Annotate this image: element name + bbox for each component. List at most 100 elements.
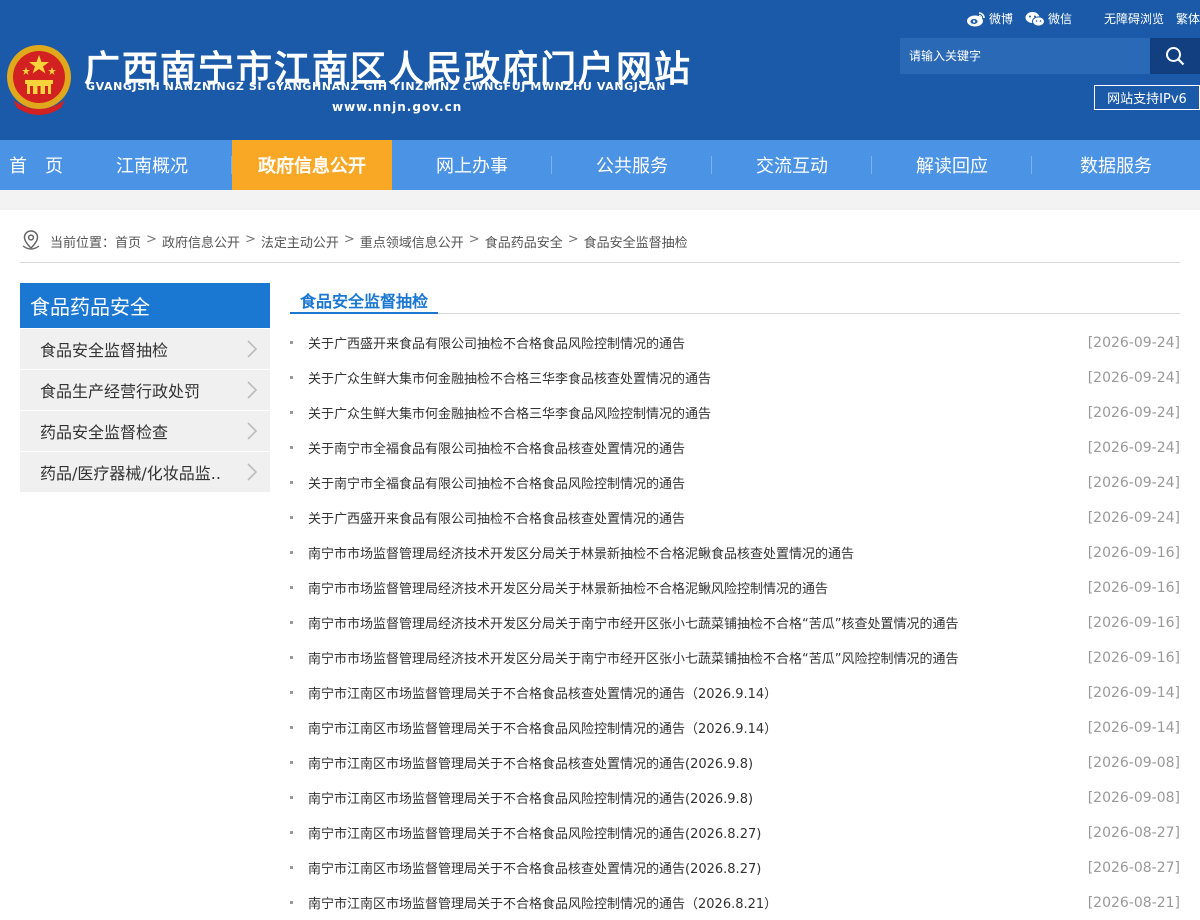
breadcrumb-statutory[interactable]: 法定主动公开 <box>261 232 339 251</box>
ipv6-badge: 网站支持IPv6 <box>1094 85 1200 110</box>
article-title-link[interactable]: 南宁市市场监督管理局经济技术开发区分局关于林景新抽检不合格泥鳅食品核查处置情况的… <box>308 543 1078 562</box>
list-item[interactable]: 关于南宁市全福食品有限公司抽检不合格食品核查处置情况的通告 [2026-09-24… <box>290 430 1180 465</box>
list-item[interactable]: 南宁市江南区市场监督管理局关于不合格食品风险控制情况的通告（2026.9.14）… <box>290 710 1180 745</box>
article-title-link[interactable]: 南宁市江南区市场监督管理局关于不合格食品核查处置情况的通告(2026.9.8) <box>308 753 1078 772</box>
list-bullet <box>290 726 293 729</box>
list-item[interactable]: 关于广众生鲜大集市何金融抽检不合格三华李食品风险控制情况的通告 [2026-09-… <box>290 395 1180 430</box>
wechat-link[interactable]: 微信 <box>1025 10 1072 27</box>
sidebar: 食品药品安全 食品安全监督抽检 食品生产经营行政处罚 药品安全监督检查 药品/医… <box>20 283 270 492</box>
breadcrumb-separator: > <box>468 232 480 247</box>
search-input[interactable] <box>900 38 1150 74</box>
list-item[interactable]: 南宁市江南区市场监督管理局关于不合格食品核查处置情况的通告(2026.8.27)… <box>290 850 1180 885</box>
article-title-link[interactable]: 南宁市江南区市场监督管理局关于不合格食品核查处置情况的通告（2026.9.14） <box>308 683 1078 702</box>
nav-public-services[interactable]: 公共服务 <box>552 140 712 190</box>
breadcrumb-separator: > <box>146 232 157 247</box>
list-bullet <box>290 691 293 694</box>
list-bullet <box>290 481 293 484</box>
article-title-link[interactable]: 南宁市市场监督管理局经济技术开发区分局关于林景新抽检不合格泥鳅风险控制情况的通告 <box>308 578 1078 597</box>
list-item[interactable]: 南宁市江南区市场监督管理局关于不合格食品风险控制情况的通告(2026.9.8) [… <box>290 780 1180 815</box>
nav-gov-info-disclosure[interactable]: 政府信息公开 <box>232 140 392 190</box>
site-header: 广西南宁市江南区人民政府门户网站 GVANGJSIH NANZNINGZ SI … <box>0 0 1200 140</box>
article-title-link[interactable]: 南宁市江南区市场监督管理局关于不合格食品风险控制情况的通告(2026.8.27) <box>308 823 1078 842</box>
breadcrumb-separator: > <box>343 232 355 247</box>
article-date: [2026-09-16] <box>1087 544 1180 561</box>
article-date: [2026-09-24] <box>1087 439 1180 456</box>
breadcrumb-current[interactable]: 食品安全监督抽检 <box>584 232 688 251</box>
article-date: [2026-09-16] <box>1087 579 1180 596</box>
list-item[interactable]: 关于广西盛开来食品有限公司抽检不合格食品风险控制情况的通告 [2026-09-24… <box>290 325 1180 360</box>
list-bullet <box>290 341 293 344</box>
list-item[interactable]: 南宁市市场监督管理局经济技术开发区分局关于南宁市经开区张小七蔬菜铺抽检不合格“苦… <box>290 640 1180 675</box>
chevron-right-icon <box>247 340 258 358</box>
article-title-link[interactable]: 南宁市江南区市场监督管理局关于不合格食品风险控制情况的通告(2026.9.8) <box>308 788 1078 807</box>
sidebar-item-food-sampling[interactable]: 食品安全监督抽检 <box>20 329 270 369</box>
main-nav: 首 页 江南概况 政府信息公开 网上办事 公共服务 交流互动 解读回应 数据服务 <box>0 140 1200 190</box>
chevron-right-icon <box>247 422 258 440</box>
breadcrumb-food-drug[interactable]: 食品药品安全 <box>485 232 563 251</box>
list-item[interactable]: 关于南宁市全福食品有限公司抽检不合格食品风险控制情况的通告 [2026-09-24… <box>290 465 1180 500</box>
accessible-link[interactable]: 无障碍浏览 <box>1104 10 1164 27</box>
list-item[interactable]: 关于广众生鲜大集市何金融抽检不合格三华李食品核查处置情况的通告 [2026-09-… <box>290 360 1180 395</box>
article-date: [2026-09-08] <box>1087 754 1180 771</box>
list-item[interactable]: 南宁市江南区市场监督管理局关于不合格食品风险控制情况的通告(2026.8.27)… <box>290 815 1180 850</box>
list-item[interactable]: 南宁市江南区市场监督管理局关于不合格食品核查处置情况的通告(2026.9.8) [… <box>290 745 1180 780</box>
list-item[interactable]: 南宁市市场监督管理局经济技术开发区分局关于林景新抽检不合格泥鳅食品核查处置情况的… <box>290 535 1180 570</box>
list-bullet <box>290 796 293 799</box>
nav-home[interactable]: 首 页 <box>0 140 72 190</box>
national-emblem-icon <box>7 45 71 115</box>
article-list: 关于广西盛开来食品有限公司抽检不合格食品风险控制情况的通告 [2026-09-24… <box>290 325 1180 920</box>
list-item[interactable]: 关于广西盛开来食品有限公司抽检不合格食品核查处置情况的通告 [2026-09-24… <box>290 500 1180 535</box>
article-title-link[interactable]: 南宁市江南区市场监督管理局关于不合格食品核查处置情况的通告(2026.8.27) <box>308 858 1078 877</box>
list-bullet <box>290 586 293 589</box>
sidebar-title: 食品药品安全 <box>20 283 270 328</box>
article-title-link[interactable]: 关于广众生鲜大集市何金融抽检不合格三华李食品核查处置情况的通告 <box>308 368 1078 387</box>
top-links: 微博 微信 无障碍浏览 繁体 <box>966 10 1200 27</box>
article-title-link[interactable]: 关于广众生鲜大集市何金融抽检不合格三华李食品风险控制情况的通告 <box>308 403 1078 422</box>
wechat-icon <box>1025 11 1045 27</box>
site-domain: www.nnjn.gov.cn <box>332 100 463 114</box>
article-title-link[interactable]: 关于广西盛开来食品有限公司抽检不合格食品核查处置情况的通告 <box>308 508 1078 527</box>
article-title-link[interactable]: 南宁市市场监督管理局经济技术开发区分局关于南宁市经开区张小七蔬菜铺抽检不合格“苦… <box>308 648 1078 667</box>
breadcrumb-home[interactable]: 首页 <box>115 232 141 251</box>
list-bullet <box>290 376 293 379</box>
article-title-link[interactable]: 南宁市江南区市场监督管理局关于不合格食品风险控制情况的通告（2026.9.14） <box>308 718 1078 737</box>
nav-jiangnan-overview[interactable]: 江南概况 <box>72 140 232 190</box>
nav-data-services[interactable]: 数据服务 <box>1032 140 1200 190</box>
breadcrumb-key-areas[interactable]: 重点领域信息公开 <box>360 232 464 251</box>
article-title-link[interactable]: 南宁市市场监督管理局经济技术开发区分局关于南宁市经开区张小七蔬菜铺抽检不合格“苦… <box>308 613 1078 632</box>
list-item[interactable]: 南宁市市场监督管理局经济技术开发区分局关于林景新抽检不合格泥鳅风险控制情况的通告… <box>290 570 1180 605</box>
search-button[interactable] <box>1150 38 1200 74</box>
nav-interaction[interactable]: 交流互动 <box>712 140 872 190</box>
list-item[interactable]: 南宁市市场监督管理局经济技术开发区分局关于南宁市经开区张小七蔬菜铺抽检不合格“苦… <box>290 605 1180 640</box>
article-title-link[interactable]: 南宁市江南区市场监督管理局关于不合格食品风险控制情况的通告（2026.8.21） <box>308 893 1078 912</box>
content-title: 食品安全监督抽检 <box>290 283 439 314</box>
sidebar-item-label: 药品/医疗器械/化妆品监.. <box>40 464 221 483</box>
sidebar-item-admin-penalty[interactable]: 食品生产经营行政处罚 <box>20 370 270 410</box>
article-date: [2026-09-24] <box>1087 334 1180 351</box>
list-bullet <box>290 761 293 764</box>
article-title-link[interactable]: 关于广西盛开来食品有限公司抽检不合格食品风险控制情况的通告 <box>308 333 1078 352</box>
traditional-chinese-link[interactable]: 繁体 <box>1176 10 1200 27</box>
article-date: [2026-09-24] <box>1087 474 1180 491</box>
article-title-link[interactable]: 关于南宁市全福食品有限公司抽检不合格食品核查处置情况的通告 <box>308 438 1078 457</box>
list-bullet <box>290 411 293 414</box>
nav-interpretation[interactable]: 解读回应 <box>872 140 1032 190</box>
weibo-label: 微博 <box>988 12 1013 26</box>
article-date: [2026-08-27] <box>1087 859 1180 876</box>
nav-online-services[interactable]: 网上办事 <box>392 140 552 190</box>
list-item[interactable]: 南宁市江南区市场监督管理局关于不合格食品核查处置情况的通告（2026.9.14）… <box>290 675 1180 710</box>
breadcrumb-separator: > <box>244 232 256 247</box>
breadcrumb: 当前位置： 首页 > 政府信息公开 > 法定主动公开 > 重点领域信息公开 > … <box>20 229 1180 263</box>
list-bullet <box>290 901 293 904</box>
weibo-link[interactable]: 微博 <box>966 10 1013 27</box>
sidebar-item-drug-inspection[interactable]: 药品安全监督检查 <box>20 411 270 451</box>
breadcrumb-prefix: 当前位置： <box>50 236 116 251</box>
sidebar-item-drug-device-cosmetics[interactable]: 药品/医疗器械/化妆品监.. <box>20 452 270 492</box>
list-bullet <box>290 866 293 869</box>
wechat-label: 微信 <box>1047 12 1072 26</box>
list-item[interactable]: 南宁市江南区市场监督管理局关于不合格食品风险控制情况的通告（2026.8.21）… <box>290 885 1180 920</box>
article-date: [2026-09-14] <box>1087 684 1180 701</box>
breadcrumb-gov-info[interactable]: 政府信息公开 <box>162 232 240 251</box>
article-title-link[interactable]: 关于南宁市全福食品有限公司抽检不合格食品风险控制情况的通告 <box>308 473 1078 492</box>
chevron-right-icon <box>247 381 258 399</box>
